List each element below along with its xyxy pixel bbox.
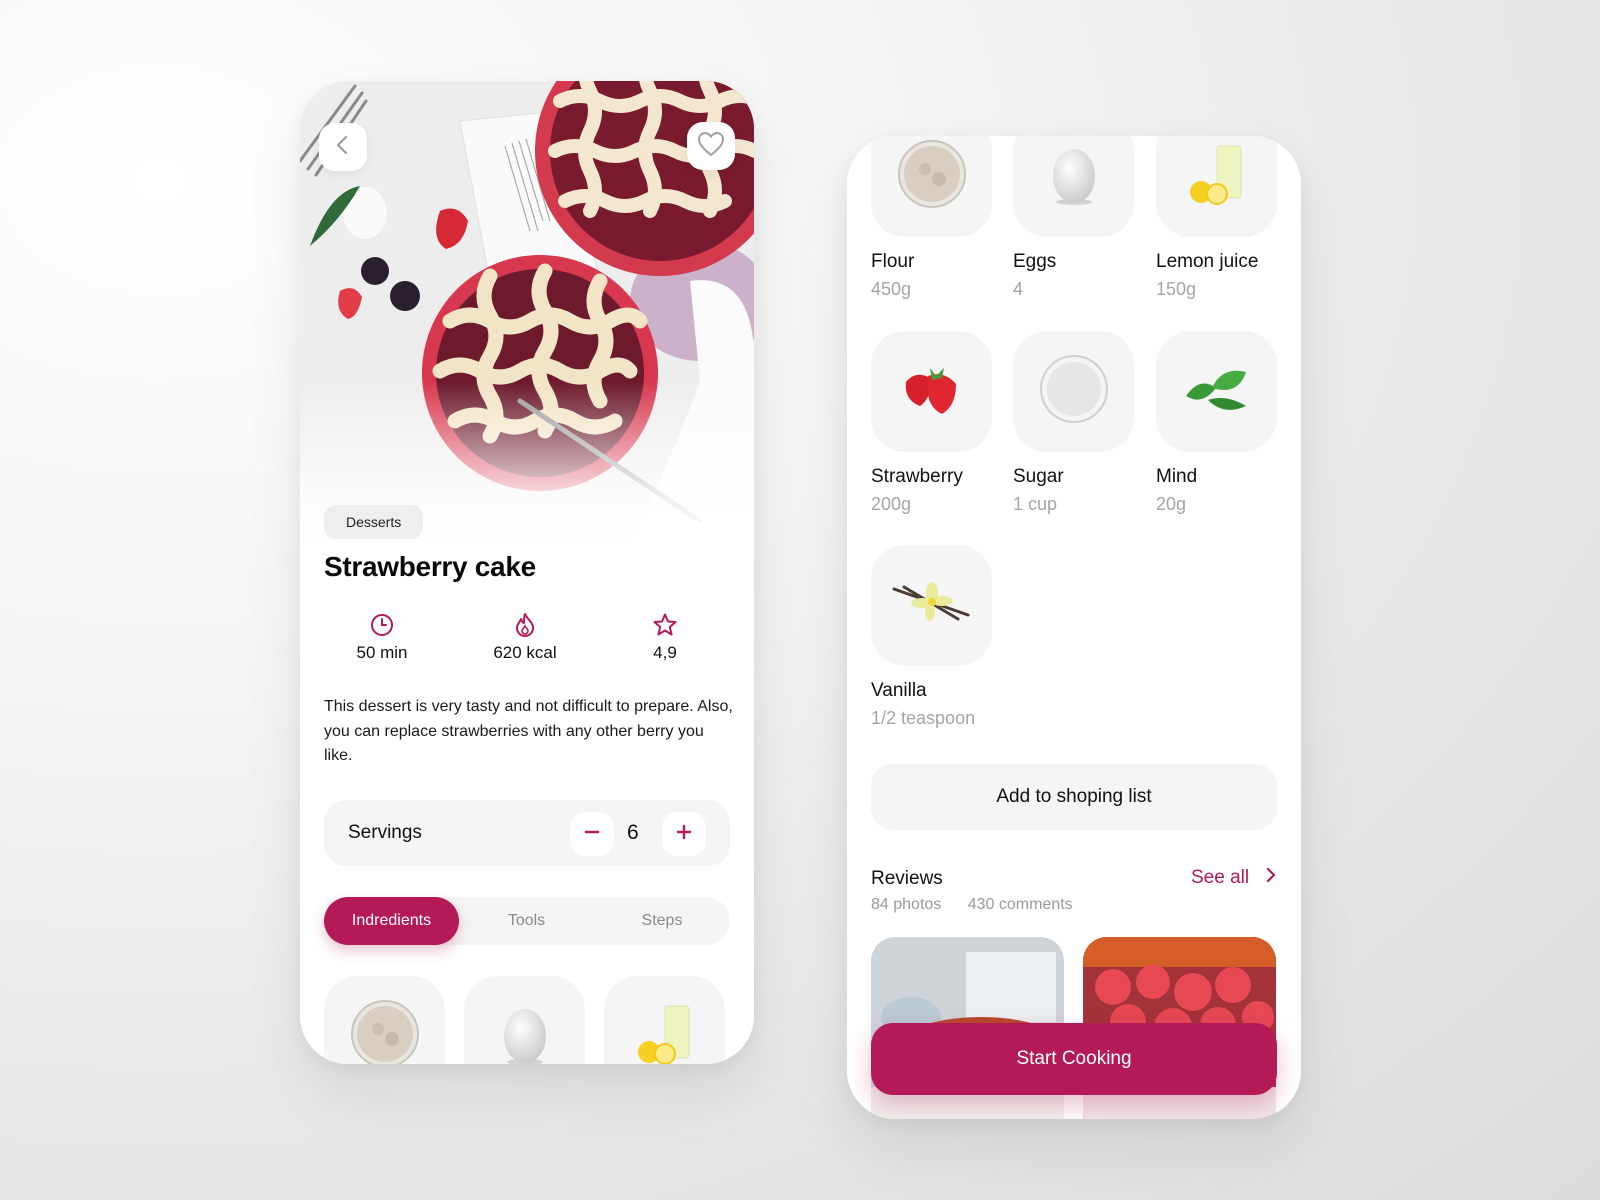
stat-rating: 4,9 [610,611,720,663]
vanilla-flower-icon [892,581,972,630]
ingredient-item[interactable]: Eggs 4 [1013,136,1143,300]
mint-leaves-icon [1182,366,1252,417]
ingredient-tile-sugar [1013,331,1134,452]
ingredient-tile-flour [871,136,992,237]
ingredient-item[interactable]: Strawberry 200g [871,331,1001,515]
recipe-hero-image [300,81,754,551]
see-all-label: See all [1191,867,1250,888]
ingredient-qty: 450g [871,279,912,299]
ingredient-qty: 150g [1156,279,1197,299]
ingredient-tile-strawberry [871,331,992,452]
start-cooking-button[interactable]: Start Cooking [871,1023,1277,1095]
ingredient-name: Eggs [1013,251,1057,272]
flour-bowl-icon [350,999,420,1064]
category-badge[interactable]: Desserts [324,505,424,539]
add-to-shopping-list-button[interactable]: Add to shoping list [871,764,1277,830]
ingredient-qty: 200g [871,494,912,514]
stat-calories: 620 kcal [470,611,580,663]
ingredient-tile-lemon-juice[interactable] [604,976,725,1064]
tab-tools[interactable]: Tools [459,897,594,945]
sugar-bowl-icon [1039,354,1109,429]
stat-calories-value: 620 kcal [493,643,557,662]
egg-icon [500,1002,550,1064]
strawberry-icon [900,362,964,421]
flour-bowl-icon [897,139,967,214]
favorite-button[interactable] [687,122,735,170]
reviews-meta: 84 photos 430 comments [871,896,1073,914]
egg-icon [1049,142,1099,211]
stat-rating-value: 4,9 [653,643,677,662]
ingredient-name: Flour [871,251,915,272]
stat-time: 50 min [327,611,437,663]
ingredient-tile-vanilla [871,545,992,666]
minus-icon [583,823,601,846]
increase-servings-button[interactable] [662,812,706,856]
ingredient-item[interactable]: Mind 20g [1156,331,1286,515]
ingredient-tile-flour[interactable] [324,976,445,1064]
ingredient-item[interactable]: Flour 450g [871,136,1001,300]
servings-count: 6 [627,821,639,844]
servings-label: Servings [348,822,422,843]
reviews-title: Reviews [871,868,943,889]
ingredient-qty: 1 cup [1013,494,1058,514]
heart-icon [697,131,725,162]
stat-time-value: 50 min [356,643,408,662]
chevron-left-icon [332,134,354,161]
see-all-reviews-link[interactable]: See all [1191,867,1277,889]
ingredient-tile-mint [1156,331,1277,452]
flame-icon [470,611,580,639]
lemon-juice-icon [635,1002,695,1064]
ingredient-name: Lemon juice [1156,251,1259,272]
ingredient-name: Sugar [1013,466,1064,487]
servings-stepper: Servings 6 [324,800,730,866]
ingredient-name: Strawberry [871,466,963,487]
recipe-description: This dessert is very tasty and not diffi… [324,698,733,764]
plus-icon [675,823,693,846]
ingredient-name: Mind [1156,466,1198,487]
ingredient-item[interactable]: Lemon juice 150g [1156,136,1286,300]
tab-ingredients[interactable]: Indredients [324,897,459,945]
decrease-servings-button[interactable] [570,812,614,856]
clock-icon [327,611,437,639]
ingredients-screen: Flour 450g Eggs 4 Lemon juice 150g Straw… [847,136,1301,1119]
reviews-comments-count: 430 comments [967,896,1073,913]
recipe-detail-screen: Desserts Strawberry cake 50 min 620 kcal… [300,81,754,1064]
star-icon [610,611,720,639]
ingredient-tile-eggs[interactable] [464,976,585,1064]
lemon-juice-icon [1187,142,1247,211]
ingredient-qty: 4 [1013,279,1024,299]
tab-steps[interactable]: Steps [594,897,730,945]
recipe-tabs: Indredients Tools Steps [324,897,730,945]
recipe-title: Strawberry cake [324,551,536,582]
back-button[interactable] [319,123,367,171]
ingredient-qty: 1/2 teaspoon [871,708,976,728]
chevron-right-icon [1265,867,1277,889]
ingredient-item[interactable]: Sugar 1 cup [1013,331,1143,515]
ingredient-tile-eggs [1013,136,1134,237]
ingredient-name: Vanilla [871,680,927,701]
ingredient-item[interactable]: Vanilla 1/2 teaspoon [871,545,1001,729]
reviews-photos-count: 84 photos [871,896,942,913]
ingredient-qty: 20g [1156,494,1187,514]
recipe-stats: 50 min 620 kcal 4,9 [324,611,730,681]
ingredient-tile-lemon-juice [1156,136,1277,237]
